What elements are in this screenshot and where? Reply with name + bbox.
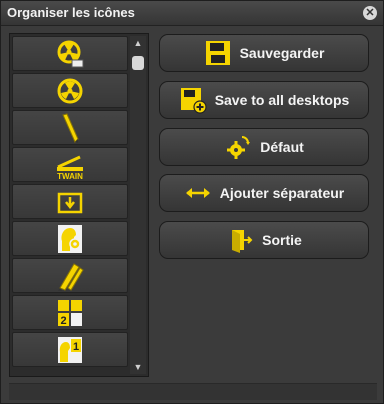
grid-1-icon: 1: [58, 336, 82, 363]
scanner-radiation-icon: [57, 40, 84, 67]
door-exit-icon: [232, 230, 253, 253]
radiation-icon: [57, 78, 83, 103]
grid-2-icon: 2: [58, 299, 82, 327]
title-bar: Organiser les icônes ✕: [1, 1, 383, 26]
pencil-ruler-icon: [58, 262, 84, 291]
save-all-desktops-button[interactable]: Save to all desktops: [159, 81, 369, 119]
scroll-down-icon[interactable]: ▼: [130, 360, 146, 374]
list-item-grid-2[interactable]: 2: [12, 295, 128, 330]
floppy-add-icon: [180, 88, 207, 114]
window-title: Organiser les icônes: [7, 5, 135, 20]
scroll-up-icon[interactable]: ▲: [130, 36, 146, 50]
floppy-disk-icon: [205, 41, 230, 65]
head-gear-icon: [58, 224, 82, 253]
save-all-label: Save to all desktops: [214, 92, 350, 108]
scroll-thumb[interactable]: [132, 56, 144, 70]
gear-reset-icon: [227, 136, 251, 159]
default-label: Défaut: [260, 139, 304, 155]
save-label: Sauvegarder: [239, 45, 325, 61]
add-separator-label: Ajouter séparateur: [219, 185, 345, 201]
organize-icons-window: Organiser les icônes ✕ TWAIN 2 1 ▲ ▼ Sau…: [0, 0, 384, 404]
save-button[interactable]: Sauvegarder: [159, 34, 369, 72]
list-item-pencil-ruler[interactable]: [12, 258, 128, 293]
list-item-radiation[interactable]: [12, 73, 128, 108]
list-item-twain[interactable]: TWAIN: [12, 147, 128, 182]
svg-text:TWAIN: TWAIN: [57, 172, 83, 181]
list-item-grid-1[interactable]: 1: [12, 332, 128, 367]
list-item-head-gear[interactable]: [12, 221, 128, 256]
list-item-pen[interactable]: [12, 110, 128, 145]
list-scrollbar[interactable]: ▲ ▼: [130, 36, 146, 374]
default-button[interactable]: Défaut: [159, 128, 369, 166]
svg-text:2: 2: [60, 315, 66, 327]
list-item-folder-import[interactable]: [12, 184, 128, 219]
exit-label: Sortie: [262, 232, 302, 248]
close-icon[interactable]: ✕: [363, 6, 377, 20]
add-separator-button[interactable]: Ajouter séparateur: [159, 174, 369, 212]
double-arrow-icon: [185, 188, 210, 198]
list-item-scanner-radiation[interactable]: [12, 36, 128, 71]
icon-list: TWAIN 2 1 ▲ ▼: [9, 33, 149, 377]
pen-icon: [62, 112, 79, 143]
exit-button[interactable]: Sortie: [159, 221, 369, 259]
status-bar: [9, 383, 377, 400]
folder-import-icon: [57, 192, 83, 213]
svg-text:1: 1: [73, 341, 79, 353]
twain-scanner-icon: TWAIN: [57, 155, 83, 181]
